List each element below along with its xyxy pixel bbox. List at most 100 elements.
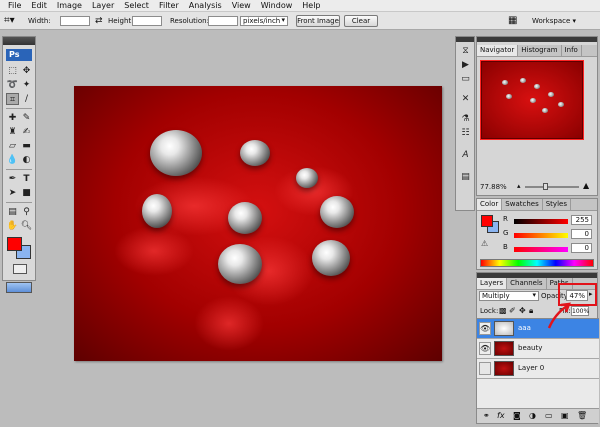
adjustment-layer-icon[interactable]: ◑ <box>529 411 536 420</box>
eyedropper-tool-icon[interactable]: ⚲ <box>20 206 33 218</box>
blue-slider[interactable] <box>514 247 568 252</box>
menu-help[interactable]: Help <box>297 0 325 12</box>
color-spectrum-bar[interactable] <box>480 259 594 267</box>
clear-button[interactable]: Clear <box>344 15 378 27</box>
menu-file[interactable]: File <box>3 0 26 12</box>
quick-mask-icon[interactable] <box>13 264 27 274</box>
tab-swatches[interactable]: Swatches <box>502 199 543 210</box>
tool-presets-panel-icon[interactable]: ✕ <box>459 93 472 105</box>
document-canvas[interactable] <box>74 86 442 361</box>
workspace-menu[interactable]: Workspace ▾ <box>532 15 576 27</box>
photoshop-logo: Ps <box>6 49 32 61</box>
layer-row-beauty[interactable]: 👁︎ beauty <box>477 339 599 359</box>
menu-edit[interactable]: Edit <box>26 0 52 12</box>
lock-all-icon[interactable]: 🔒︎ <box>529 306 533 316</box>
swap-dimensions-icon[interactable]: ⇄ <box>95 15 103 27</box>
layer-name: Layer 0 <box>518 364 545 372</box>
tools-panel-grip[interactable] <box>3 37 35 45</box>
move-tool-icon[interactable]: ✥ <box>20 65 33 77</box>
brushes-panel-icon[interactable]: ▭ <box>459 73 472 85</box>
tab-color[interactable]: Color <box>477 199 503 210</box>
menu-filter[interactable]: Filter <box>154 0 184 12</box>
palette-well-icon[interactable]: ▦ <box>508 15 517 27</box>
diamond-image <box>240 140 270 166</box>
lock-image-icon[interactable]: ✐ <box>509 306 516 315</box>
layer-row-layer-0[interactable]: Layer 0 <box>477 359 599 379</box>
visibility-eye-icon[interactable]: 👁︎ <box>479 322 491 335</box>
menu-view[interactable]: View <box>227 0 256 12</box>
color-foreground-swatch[interactable] <box>481 215 493 227</box>
paragraph-panel-icon[interactable]: A <box>459 149 472 161</box>
blend-mode-select[interactable]: Multiply <box>479 291 539 301</box>
path-selection-tool-icon[interactable]: ➤ <box>6 187 19 199</box>
new-group-icon[interactable]: ▭ <box>545 411 553 420</box>
shape-tool-icon[interactable]: ■ <box>20 187 33 199</box>
zoom-tool-icon[interactable]: 🔍︎ <box>20 220 33 232</box>
lock-transparency-icon[interactable]: ▩ <box>499 306 507 315</box>
layer-row-aaa[interactable]: 👁︎ aaa <box>477 319 599 339</box>
red-value-field[interactable]: 255 <box>571 215 592 225</box>
history-brush-tool-icon[interactable]: ✍ <box>20 126 33 138</box>
tab-navigator[interactable]: Navigator <box>477 45 519 56</box>
lasso-tool-icon[interactable]: ➰ <box>6 79 19 91</box>
foreground-color-swatch[interactable] <box>7 237 22 251</box>
menu-window[interactable]: Window <box>256 0 298 12</box>
menu-layer[interactable]: Layer <box>87 0 119 12</box>
gradient-tool-icon[interactable]: ▬ <box>20 140 33 152</box>
layer-mask-icon[interactable]: ◙ <box>513 411 521 420</box>
new-layer-icon[interactable]: ▣ <box>561 411 569 420</box>
zoom-in-icon[interactable]: ▲ <box>583 181 589 190</box>
delete-layer-icon[interactable]: 🗑︎ <box>577 411 587 420</box>
tab-channels[interactable]: Channels <box>507 278 547 289</box>
clone-stamp-tool-icon[interactable]: ♜ <box>6 126 19 138</box>
link-layers-icon[interactable]: ⚭ <box>483 411 490 420</box>
type-tool-icon[interactable]: T <box>20 173 33 185</box>
menu-analysis[interactable]: Analysis <box>184 0 227 12</box>
character-panel-icon[interactable]: ☷ <box>459 127 472 139</box>
visibility-toggle-empty[interactable] <box>479 362 491 375</box>
gamut-warning-icon[interactable]: ⚠ <box>481 239 488 248</box>
menu-select[interactable]: Select <box>119 0 154 12</box>
visibility-eye-icon[interactable]: 👁︎ <box>479 342 491 355</box>
red-slider[interactable] <box>514 219 568 224</box>
hand-tool-icon[interactable]: ✋ <box>6 220 19 232</box>
blue-value-field[interactable]: 0 <box>571 243 592 253</box>
tab-info[interactable]: Info <box>562 45 582 56</box>
brush-tool-icon[interactable]: ✎ <box>20 112 33 124</box>
eraser-tool-icon[interactable]: ▱ <box>6 140 19 152</box>
menu-image[interactable]: Image <box>52 0 87 12</box>
crop-tool-icon[interactable]: ⌗ <box>6 93 19 105</box>
layer-style-icon[interactable]: fx <box>497 411 505 420</box>
green-slider[interactable] <box>514 233 568 238</box>
zoom-slider[interactable] <box>525 186 579 188</box>
dodge-tool-icon[interactable]: ◐ <box>20 154 33 166</box>
resolution-units-select[interactable]: pixels/inch <box>240 16 288 26</box>
resolution-label: Resolution: <box>170 17 209 25</box>
pen-tool-icon[interactable]: ✒ <box>6 173 19 185</box>
history-panel-icon[interactable]: ⧖ <box>459 45 472 57</box>
slice-tool-icon[interactable]: ∕ <box>20 93 33 105</box>
navigator-thumbnail[interactable] <box>480 60 584 140</box>
screen-mode-icon[interactable] <box>6 282 32 293</box>
layer-comps-panel-icon[interactable]: ▤ <box>459 171 472 183</box>
magic-wand-tool-icon[interactable]: ✦ <box>20 79 33 91</box>
notes-tool-icon[interactable]: ▤ <box>6 206 19 218</box>
clone-source-panel-icon[interactable]: ⚗ <box>459 113 472 125</box>
healing-brush-tool-icon[interactable]: ✚ <box>6 112 19 124</box>
actions-panel-icon[interactable]: ▶ <box>459 59 472 71</box>
tab-histogram[interactable]: Histogram <box>518 45 562 56</box>
crop-tool-preset-icon[interactable]: ⌗▾ <box>4 15 15 27</box>
blur-tool-icon[interactable]: 💧 <box>6 154 19 166</box>
navigator-zoom-value[interactable]: 77.88% <box>480 183 507 191</box>
width-input[interactable] <box>60 16 90 26</box>
height-input[interactable] <box>132 16 162 26</box>
tab-styles[interactable]: Styles <box>543 199 571 210</box>
marquee-tool-icon[interactable]: ⬚ <box>6 65 19 77</box>
green-value-field[interactable]: 0 <box>571 229 592 239</box>
front-image-button[interactable]: Front Image <box>296 15 340 27</box>
zoom-slider-thumb[interactable] <box>543 183 548 190</box>
zoom-out-icon[interactable]: ▴ <box>517 182 521 190</box>
resolution-input[interactable] <box>208 16 238 26</box>
tab-layers[interactable]: Layers <box>477 278 508 289</box>
lock-position-icon[interactable]: ✥ <box>519 306 526 315</box>
